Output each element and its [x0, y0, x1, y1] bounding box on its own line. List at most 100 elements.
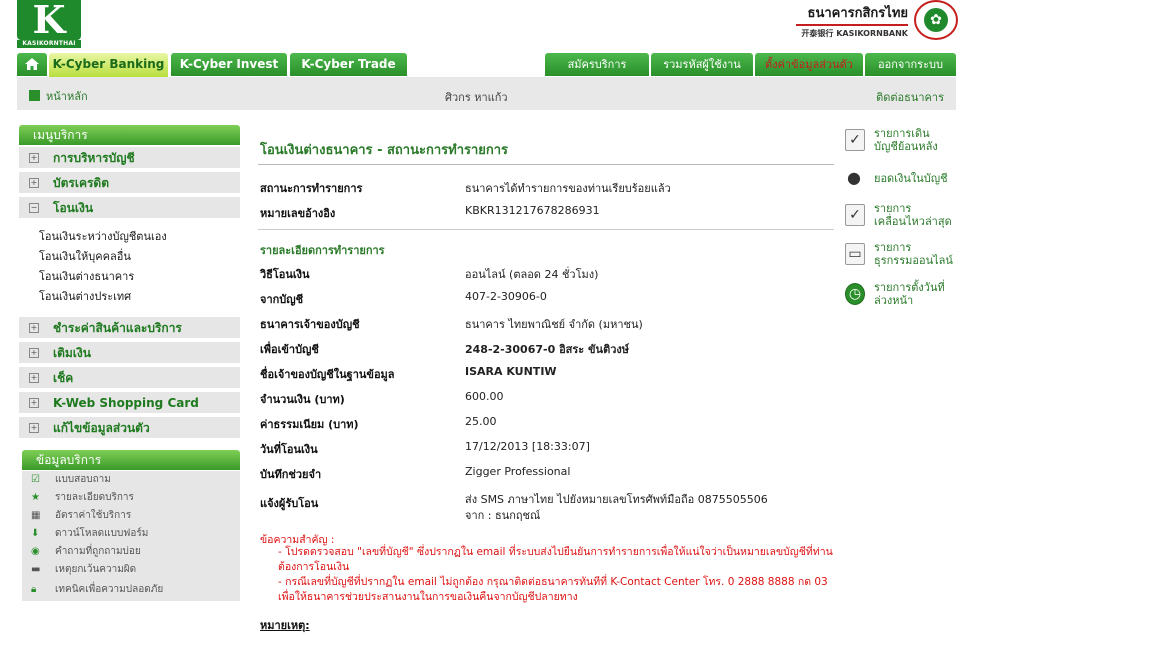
transaction-details-title: รายละเอียดการทำรายการ	[260, 244, 385, 257]
home-link[interactable]: หน้าหลัก	[29, 87, 88, 105]
tab-k-cyber-banking[interactable]: K-Cyber Banking	[49, 53, 168, 77]
menu-item-label: โอนเงิน	[53, 201, 94, 215]
quick-link-statement-history[interactable]: ✓ รายการเดิน บัญชีย้อนหลัง	[845, 127, 960, 157]
detail-value: ออนไลน์ (ตลอด 24 ชั่วโมง)	[465, 268, 599, 281]
submenu-transfer-international[interactable]: โอนเงินต่างประเทศ	[39, 287, 131, 305]
service-menu-header: เมนูบริการ	[19, 125, 240, 145]
remark-heading: หมายเหตุ:	[260, 619, 310, 632]
quick-link-line1: รายการ	[874, 241, 912, 254]
quick-link-account-balance[interactable]: ● ยอดเงินในบัญชี	[845, 166, 960, 190]
home-tab[interactable]	[17, 53, 47, 76]
money-bag-icon: ●	[847, 168, 861, 187]
tab-user-id[interactable]: รวมรหัสผู้ใช้งาน	[651, 53, 753, 76]
expand-icon: +	[29, 178, 39, 188]
home-link-label: หน้าหลัก	[46, 90, 88, 103]
quick-link-scheduled-transactions[interactable]: ◷ รายการตั้งวันที่ ล่วงหน้า	[845, 281, 960, 311]
info-item-service-fees[interactable]: ▦ อัตราค่าใช้บริการ	[22, 507, 240, 525]
menu-item-label: ชำระค่าสินค้าและบริการ	[53, 321, 182, 335]
info-item-disclaimer[interactable]: ▬ เหตุยกเว้นความผิด	[22, 561, 240, 579]
menu-item-edit-personal-info[interactable]: + แก้ไขข้อมูลส่วนตัว	[19, 417, 240, 439]
question-icon: ◉	[31, 546, 40, 557]
detail-label: เพื่อเข้าบัญชี	[260, 343, 319, 356]
top-tab-bar: K-Cyber Banking K-Cyber Invest K-Cyber T…	[17, 53, 956, 77]
detail-value: ธนาคาร ไทยพาณิชย์ จำกัด (มหาชน)	[465, 318, 643, 331]
menu-item-top-up[interactable]: + เติมเงิน	[19, 342, 240, 364]
collapse-icon: −	[29, 203, 39, 213]
expand-icon: +	[29, 348, 39, 358]
clock-icon: ◷	[845, 283, 865, 305]
detail-value: ISARA KUNTIW	[465, 365, 557, 378]
menu-item-account-management[interactable]: + การบริหารบัญชี	[19, 147, 240, 169]
detail-label: ธนาคารเจ้าของบัญชี	[260, 318, 360, 331]
menu-item-label: การบริหารบัญชี	[53, 151, 135, 165]
kbank-seal-icon: ✿	[914, 0, 958, 40]
info-item-label: เหตุยกเว้นความผิด	[55, 564, 137, 575]
tab-personal-settings[interactable]: ตั้งค่าข้อมูลส่วนตัว	[755, 53, 863, 76]
service-info-header: ข้อมูลบริการ	[22, 450, 240, 470]
submenu-transfer-other-bank[interactable]: โอนเงินต่างธนาคาร	[39, 267, 134, 285]
page-title: โอนเงินต่างธนาคาร - สถานะการทำรายการ	[260, 143, 509, 158]
reference-value: KBKR131217678286931	[465, 204, 600, 217]
info-item-label: เทคนิคเพื่อความปลอดภัย	[55, 584, 164, 595]
calculator-icon: ▦	[31, 510, 41, 521]
menu-item-label: บัตรเครดิต	[53, 176, 110, 190]
menu-item-label: เช็ค	[53, 371, 74, 385]
detail-label: วิธีโอนเงิน	[260, 268, 310, 281]
info-item-faq[interactable]: ◉ คำถามที่ถูกถามบ่อย	[22, 543, 240, 561]
logo-text: KASIKORNTHAI	[17, 40, 81, 48]
quick-link-online-transactions[interactable]: ▭ รายการ ธุรกรรมออนไลน์	[845, 241, 960, 271]
menu-item-k-web-shopping-card[interactable]: + K-Web Shopping Card	[19, 392, 240, 414]
detail-value: Zigger Professional	[465, 465, 571, 478]
info-item-label: คำถามที่ถูกถามบ่อย	[55, 546, 141, 557]
expand-icon: +	[29, 323, 39, 333]
info-item-security-tips[interactable]: 🔒︎ เทคนิคเพื่อความปลอดภัย	[22, 579, 240, 601]
info-item-label: รายละเอียดบริการ	[55, 492, 134, 503]
document-check-icon: ✓	[845, 204, 865, 226]
sub-navigation-bar: หน้าหลัก ศิวกร หาแก้ว ติดต่อธนาคาร	[17, 77, 956, 110]
bank-name-en: 开泰银行 KASIKORNBANK	[801, 29, 908, 38]
document-check-icon: ✓	[845, 129, 865, 151]
tab-logout[interactable]: ออกจากระบบ	[865, 53, 956, 76]
tab-k-cyber-invest[interactable]: K-Cyber Invest	[171, 53, 287, 76]
detail-label: ค่าธรรมเนียม (บาท)	[260, 418, 359, 431]
submenu-transfer-other-person[interactable]: โอนเงินให้บุคคลอื่น	[39, 247, 131, 265]
detail-value: 17/12/2013 [18:33:07]	[465, 440, 590, 453]
menu-item-transfer[interactable]: − โอนเงิน	[19, 197, 240, 219]
bank-name: ธนาคารกสิกรไทย 开泰银行 KASIKORNBANK	[796, 2, 908, 39]
detail-label: ชื่อเจ้าของบัญชีในฐานข้อมูล	[260, 368, 395, 381]
detail-label: แจ้งผู้รับโอน	[260, 497, 319, 510]
menu-item-label: แก้ไขข้อมูลส่วนตัว	[53, 421, 150, 435]
home-icon	[25, 58, 39, 70]
menu-item-label: K-Web Shopping Card	[53, 396, 199, 410]
important-note-1: - โปรดตรวจสอบ "เลขที่บัญชี" ซึ่งปรากฏใน …	[278, 546, 833, 573]
tab-k-cyber-trade[interactable]: K-Cyber Trade	[290, 53, 407, 76]
seal-leaf-icon: ✿	[924, 8, 948, 32]
info-item-label: แบบสอบถาม	[55, 474, 111, 485]
menu-item-credit-card[interactable]: + บัตรเครดิต	[19, 172, 240, 194]
star-icon: ★	[31, 492, 40, 503]
quick-link-recent-transactions[interactable]: ✓ รายการ เคลื่อนไหวล่าสุด	[845, 202, 960, 232]
submenu-transfer-own-account[interactable]: โอนเงินระหว่างบัญชีตนเอง	[39, 227, 167, 245]
detail-value: 25.00	[465, 415, 497, 428]
contact-bank-link[interactable]: ติดต่อธนาคาร	[876, 88, 944, 106]
expand-icon: +	[29, 398, 39, 408]
monitor-icon: ▭	[845, 243, 865, 265]
reference-label: หมายเลขอ้างอิง	[260, 207, 336, 220]
quick-link-line2: เคลื่อนไหวล่าสุด	[874, 215, 952, 228]
menu-item-bill-payment[interactable]: + ชำระค่าสินค้าและบริการ	[19, 317, 240, 339]
expand-icon: +	[29, 153, 39, 163]
info-item-service-details[interactable]: ★ รายละเอียดบริการ	[22, 489, 240, 507]
detail-value: 600.00	[465, 390, 504, 403]
kasikornthai-logo[interactable]: K KASIKORNTHAI	[17, 0, 81, 48]
notify-from: จาก : ธนกฤชณ์	[465, 509, 541, 522]
status-label: สถานะการทำรายการ	[260, 182, 363, 195]
car-icon: ▬	[31, 564, 41, 575]
expand-icon: +	[29, 423, 39, 433]
menu-item-cheque[interactable]: + เช็ค	[19, 367, 240, 389]
tab-register-service[interactable]: สมัครบริการ	[545, 53, 649, 76]
quick-link-line2: ธุรกรรมออนไลน์	[874, 254, 953, 267]
info-item-download-forms[interactable]: ⬇ ดาวน์โหลดแบบฟอร์ม	[22, 525, 240, 543]
checkbox-icon: ☑	[31, 474, 40, 485]
info-item-survey[interactable]: ☑ แบบสอบถาม	[22, 471, 240, 489]
bank-name-thai: ธนาคารกสิกรไทย	[796, 2, 908, 26]
